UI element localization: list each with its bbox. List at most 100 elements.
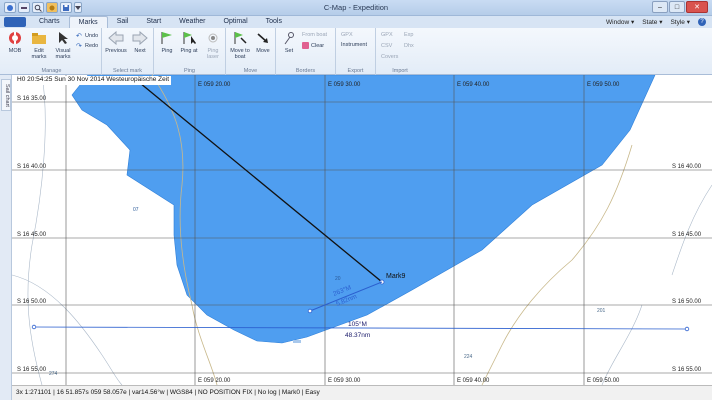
arrow-left-icon bbox=[108, 30, 124, 46]
route-start-point bbox=[31, 324, 37, 330]
lat-label-right: S 16 55.00 bbox=[672, 367, 702, 373]
group-move: Move to boat Move Move bbox=[226, 28, 276, 75]
flag-move-icon bbox=[234, 32, 247, 44]
lat-label-left: S 16 35.00 bbox=[17, 96, 47, 102]
route-waypoint bbox=[307, 308, 313, 314]
group-label-export: Export bbox=[347, 68, 364, 74]
group-label-ping: Ping bbox=[183, 68, 195, 74]
tab-charts[interactable]: Charts bbox=[30, 16, 69, 28]
ping-button[interactable]: Ping bbox=[157, 31, 177, 54]
ribbon-tabs: Charts Marks Sail Start Weather Optimal … bbox=[30, 16, 291, 28]
lat-label-left: S 16 45.00 bbox=[17, 232, 47, 238]
chart-map[interactable]: E 059 20.00 E 059 30.00 E 059 40.00 E 05… bbox=[12, 75, 712, 385]
lat-label-left: S 16 40.00 bbox=[17, 164, 47, 170]
close-icon[interactable]: ✕ bbox=[686, 1, 708, 13]
tab-start[interactable]: Start bbox=[137, 16, 170, 28]
group-export: GPX Instrument Export bbox=[336, 28, 376, 75]
folder-icon bbox=[32, 33, 46, 44]
import-csv-button[interactable]: CSV bbox=[381, 43, 392, 49]
export-gpx-button[interactable]: GPX bbox=[341, 32, 353, 38]
group-select-mark: Previous Next Select mark bbox=[102, 28, 154, 75]
set-border-button[interactable]: Set bbox=[279, 31, 299, 54]
move-button[interactable]: Move bbox=[253, 31, 273, 54]
tab-weather[interactable]: Weather bbox=[170, 16, 214, 28]
window-controls: – □ ✕ bbox=[652, 1, 708, 13]
tab-marks[interactable]: Marks bbox=[68, 16, 108, 28]
leg2-bearing-label: 105°M bbox=[348, 320, 367, 328]
tab-sail[interactable]: Sail bbox=[108, 16, 138, 28]
lat-label-right: S 16 50.00 bbox=[672, 299, 702, 305]
next-button[interactable]: Next bbox=[129, 30, 151, 54]
flag-cursor-icon bbox=[183, 32, 196, 44]
depth-label: 201 bbox=[597, 308, 606, 314]
depth-label: 07 bbox=[133, 207, 139, 213]
lat-label-right: S 16 45.00 bbox=[672, 232, 702, 238]
status-bar: 3x 1:271101 | 16 51.857s 059 58.057e | v… bbox=[12, 385, 712, 400]
tab-optimal[interactable]: Optimal bbox=[215, 16, 257, 28]
import-covers-button[interactable]: Covers bbox=[381, 54, 398, 60]
clear-button[interactable]: Clear bbox=[302, 42, 324, 49]
window-menu[interactable]: Window ▾ bbox=[606, 18, 634, 26]
lon-label-bottom: E 059 30.00 bbox=[328, 378, 361, 384]
redo-button[interactable]: ↷ Redo bbox=[76, 42, 98, 51]
depth-label: 274 bbox=[49, 371, 58, 377]
mark9-label: Mark9 bbox=[386, 273, 406, 280]
undo-button[interactable]: ↶ Undo bbox=[76, 32, 98, 41]
ping-at-button[interactable]: Ping at bbox=[178, 31, 200, 54]
arrow-right-icon bbox=[132, 30, 148, 46]
ribbon: MOB Edit marks Visual marks ↶ Undo ↷ Redo … bbox=[0, 28, 712, 75]
depth-label: 224 bbox=[464, 354, 473, 360]
minimize-icon[interactable]: – bbox=[652, 1, 668, 13]
route-end-point bbox=[684, 326, 690, 332]
visual-marks-button[interactable]: Visual marks bbox=[52, 31, 74, 60]
edit-marks-button[interactable]: Edit marks bbox=[28, 31, 50, 60]
lon-label-bottom: E 059 20.00 bbox=[198, 378, 231, 384]
window-title: C-Map - Expedition bbox=[323, 3, 389, 12]
lon-label-top: E 059 40.00 bbox=[457, 82, 490, 88]
previous-button[interactable]: Previous bbox=[105, 30, 127, 54]
lon-label-top: E 059 20.00 bbox=[198, 82, 231, 88]
redo-icon: ↷ bbox=[76, 43, 82, 50]
import-dhx-button[interactable]: Dhx bbox=[404, 43, 414, 49]
sidebar: Sail chart bbox=[0, 75, 12, 400]
sail-chart-tab[interactable]: Sail chart bbox=[1, 79, 11, 111]
move-to-boat-button[interactable]: Move to boat bbox=[228, 31, 252, 60]
mob-button[interactable]: MOB bbox=[6, 31, 24, 54]
import-exp-button[interactable]: Exp bbox=[404, 32, 413, 38]
lifebuoy-icon bbox=[9, 32, 21, 44]
group-ping: Ping Ping at Ping laser Ping bbox=[154, 28, 226, 75]
tab-tools[interactable]: Tools bbox=[257, 16, 291, 28]
chart-canvas[interactable]: E 059 20.00 E 059 30.00 E 059 40.00 E 05… bbox=[12, 75, 712, 385]
maximize-icon[interactable]: □ bbox=[669, 1, 685, 13]
lat-label-left: S 16 55.00 bbox=[17, 367, 47, 373]
from-boat-button[interactable]: From boat bbox=[302, 32, 327, 38]
group-label-move: Move bbox=[243, 68, 258, 74]
group-import: GPX Exp CSV Dhx Covers Import bbox=[376, 28, 424, 75]
right-menus: Window ▾ State ▾ Style ▾ ? bbox=[606, 18, 706, 26]
laser-icon bbox=[208, 33, 218, 43]
lon-label-top: E 059 50.00 bbox=[587, 82, 620, 88]
time-display: H0 20:54:25 Sun 30 Nov 2014 Westeuropäis… bbox=[15, 76, 172, 85]
file-menu-button[interactable] bbox=[4, 17, 26, 27]
ping-laser-button[interactable]: Ping laser bbox=[202, 31, 224, 60]
group-borders: Set From boat Clear Borders bbox=[276, 28, 336, 75]
undo-icon: ↶ bbox=[76, 33, 82, 40]
move-arrow-icon bbox=[257, 33, 268, 43]
pin-icon bbox=[284, 32, 294, 45]
help-icon[interactable]: ? bbox=[698, 18, 706, 26]
lon-label-bottom: E 059 40.00 bbox=[457, 378, 490, 384]
flag-icon bbox=[161, 32, 172, 44]
export-instrument-button[interactable]: Instrument bbox=[341, 42, 367, 48]
lon-label-bottom: E 059 50.00 bbox=[587, 378, 620, 384]
import-gpx-button[interactable]: GPX bbox=[381, 32, 393, 38]
eraser-icon bbox=[302, 42, 309, 49]
group-label-borders: Borders bbox=[295, 68, 316, 74]
lat-label-right: S 16 40.00 bbox=[672, 164, 702, 170]
ribbon-tabs-row: Charts Marks Sail Start Weather Optimal … bbox=[0, 16, 712, 28]
state-menu[interactable]: State ▾ bbox=[642, 18, 662, 26]
group-manage: MOB Edit marks Visual marks ↶ Undo ↷ Redo … bbox=[2, 28, 102, 75]
depth-label: 20 bbox=[335, 276, 341, 282]
style-menu[interactable]: Style ▾ bbox=[670, 18, 690, 26]
cursor-icon bbox=[59, 32, 68, 44]
lon-label-top: E 059 30.00 bbox=[328, 82, 361, 88]
